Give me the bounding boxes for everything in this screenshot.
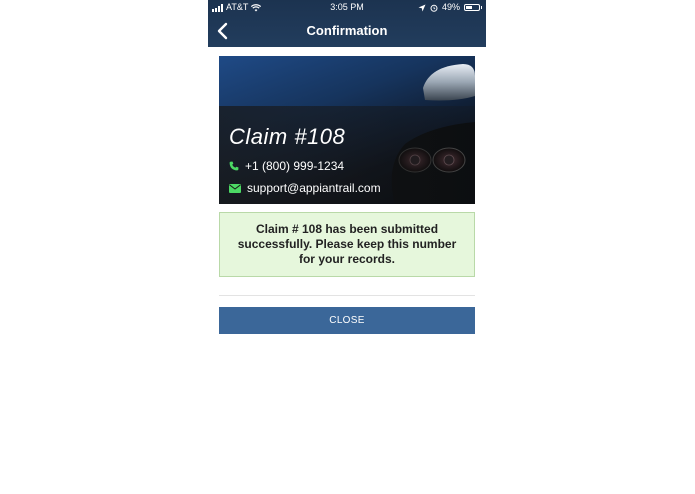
alarm-icon [430, 4, 438, 12]
phone-screen: AT&T 3:05 PM 49% Confirmation Claim #108… [208, 0, 486, 494]
status-right: 49% [418, 0, 482, 15]
success-message-box: Claim # 108 has been submitted successfu… [219, 212, 475, 277]
close-button[interactable]: CLOSE [219, 307, 475, 334]
phone-icon [229, 161, 239, 171]
contact-email[interactable]: support@appiantrail.com [229, 181, 381, 195]
envelope-icon [229, 183, 241, 193]
claim-hero-card: Claim #108 +1 (800) 999-1234 support@app… [219, 56, 475, 204]
claim-title: Claim #108 [229, 124, 346, 149]
status-bar: AT&T 3:05 PM 49% [208, 0, 486, 15]
location-arrow-icon [418, 4, 426, 11]
contact-phone[interactable]: +1 (800) 999-1234 [229, 159, 344, 173]
back-button[interactable] [212, 21, 232, 41]
page-title: Confirmation [306, 23, 388, 38]
top-bar: AT&T 3:05 PM 49% Confirmation [208, 0, 486, 47]
email-address: support@appiantrail.com [247, 181, 381, 195]
nav-bar: Confirmation [208, 15, 486, 47]
battery-percent: 49% [441, 2, 460, 12]
chevron-left-icon [217, 22, 228, 40]
phone-number: +1 (800) 999-1234 [245, 159, 345, 173]
success-message: Claim # 108 has been submitted successfu… [237, 222, 457, 266]
divider [219, 295, 475, 296]
battery-icon [464, 4, 482, 11]
